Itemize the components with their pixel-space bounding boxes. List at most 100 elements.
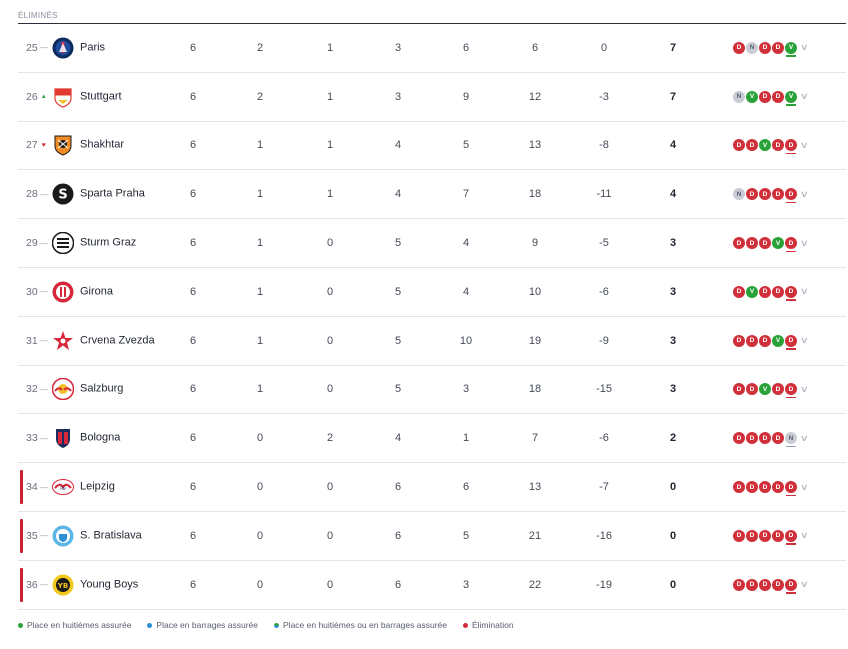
trend-same-icon: — [39,531,48,541]
form-result: D [785,383,797,399]
chevron-down-icon[interactable]: ∨ [800,530,809,541]
table-row[interactable]: 31 — Crvena Zvezda 6 1 0 5 10 19 -9 3 D D D V D ∨ [18,317,846,366]
team-name[interactable]: Crvena Zvezda [80,334,170,347]
form-guide[interactable]: N V D D V ∨ [733,90,809,106]
stat-lost: 5 [394,383,402,396]
team-name[interactable]: Salzburg [80,383,170,396]
team-name[interactable]: Girona [80,285,170,298]
bratislava-crest-icon [52,525,74,547]
svg-text:RB: RB [60,486,66,491]
form-guide[interactable]: D V D D D ∨ [733,285,809,301]
stat-drawn: 0 [326,481,334,494]
rank-number: 31 [26,334,38,347]
stat-pts: 3 [669,383,677,396]
table-row[interactable]: 29 — Sturm Graz 6 1 0 5 4 9 -5 3 D D D V D ∨ [18,219,846,268]
form-result: D [746,237,758,250]
legend-label: Place en huitièmes assurée [27,620,132,630]
chevron-down-icon[interactable]: ∨ [800,335,809,346]
stat-played: 6 [189,41,197,54]
form-result: D [746,481,758,494]
team-name[interactable]: Stuttgart [80,90,170,103]
form-guide[interactable]: D D V D D ∨ [733,139,809,155]
team-name[interactable]: Young Boys [80,578,170,591]
stat-lost: 5 [394,334,402,347]
form-guide[interactable]: N D D D D ∨ [733,188,809,204]
form-result: D [746,432,758,445]
form-result: D [772,383,784,396]
table-row[interactable]: 28 — S Sparta Praha 6 1 1 4 7 18 -11 4 N D D D D ∨ [18,170,846,220]
form-result: D [785,334,797,350]
chevron-down-icon[interactable]: ∨ [800,238,809,249]
stat-drawn: 1 [326,41,334,54]
stat-won: 2 [256,41,264,54]
team-name[interactable]: Sturm Graz [80,237,170,250]
stat-gf: 7 [462,188,470,201]
table-row[interactable]: 36 — YB Young Boys 6 0 0 6 3 22 -19 0 D D D D D ∨ [18,561,846,610]
rank: 25 — [26,42,48,54]
team-name[interactable]: Shakhtar [80,139,170,152]
table-row[interactable]: 35 — S. Bratislava 6 0 0 6 5 21 -16 0 D D D D D ∨ [18,512,846,561]
table-row[interactable]: 27 ♥ Shakhtar 6 1 1 4 5 13 -8 4 D D V D D ∨ [18,122,846,171]
elimination-marker [20,518,23,553]
table-row[interactable]: 32 — Salzburg 6 1 0 5 3 18 -15 3 D D V D D ∨ [18,366,846,415]
table-row[interactable]: 34 — RB Leipzig 6 0 0 6 6 13 -7 0 D D D D D ∨ [18,463,846,512]
table-row[interactable]: 30 — Girona 6 1 0 5 4 10 -6 3 D V D D D ∨ [18,268,846,317]
form-guide[interactable]: D D V D D ∨ [733,383,809,399]
chevron-down-icon[interactable]: ∨ [800,482,809,493]
team-name[interactable]: S. Bratislava [80,529,170,542]
table-row[interactable]: 26 ▲ Stuttgart 6 2 1 3 9 12 -3 7 N V D D V ∨ [18,73,846,122]
stat-played: 6 [189,334,197,347]
form-result: D [733,237,745,250]
form-guide[interactable]: D D D V D ∨ [733,334,809,350]
chevron-down-icon[interactable]: ∨ [800,189,809,200]
stat-gf: 5 [462,139,470,152]
team-name[interactable]: Paris [80,41,170,54]
stat-ga: 21 [528,529,542,542]
form-result: D [785,481,797,497]
rank: 27 ♥ [26,139,48,151]
stat-gf: 3 [462,383,470,396]
chevron-down-icon[interactable]: ∨ [800,384,809,395]
form-guide[interactable]: D D D D D ∨ [733,529,809,545]
form-result: D [759,188,771,201]
chevron-down-icon[interactable]: ∨ [800,91,809,102]
stat-won: 1 [256,237,264,250]
stat-ga: 12 [528,90,542,103]
form-guide[interactable]: D D D V D ∨ [733,237,809,253]
table-row[interactable]: 33 — Bologna 6 0 2 4 1 7 -6 2 D D D D N ∨ [18,414,846,464]
chevron-down-icon[interactable]: ∨ [800,286,809,297]
legend-dot-icon [462,622,468,628]
stat-won: 1 [256,285,264,298]
stat-drawn: 0 [326,383,334,396]
stat-played: 6 [189,139,197,152]
form-result: V [759,139,771,152]
form-result: D [759,41,771,54]
stat-lost: 5 [394,237,402,250]
form-guide[interactable]: D D D D D ∨ [733,578,809,594]
form-guide[interactable]: D D D D D ∨ [733,481,809,497]
legend: Place en huitièmes assurée Place en barra… [18,620,514,630]
stat-won: 1 [256,139,264,152]
stat-lost: 3 [394,41,402,54]
stat-lost: 6 [394,529,402,542]
form-result: D [785,188,797,204]
svg-text:S: S [58,188,67,203]
form-guide[interactable]: D N D D V ∨ [733,41,809,57]
stat-played: 6 [189,188,197,201]
elimination-marker [20,567,23,602]
chevron-down-icon[interactable]: ∨ [800,140,809,151]
table-row[interactable]: 25 — Paris 6 2 1 3 6 6 0 7 D N D D V ∨ [18,24,846,73]
stat-lost: 4 [394,188,402,201]
elimination-marker [20,470,23,504]
chevron-down-icon[interactable]: ∨ [800,42,809,53]
legend-label: Élimination [471,620,514,630]
chevron-down-icon[interactable]: ∨ [800,579,809,590]
stat-gd: -6 [599,432,609,445]
team-name[interactable]: Leipzig [80,481,170,494]
team-name[interactable]: Sparta Praha [80,188,170,201]
chevron-down-icon[interactable]: ∨ [800,433,809,444]
stat-pts: 3 [669,237,677,250]
form-guide[interactable]: D D D D N ∨ [733,432,809,448]
stat-drawn: 2 [326,432,334,445]
team-name[interactable]: Bologna [80,432,170,445]
